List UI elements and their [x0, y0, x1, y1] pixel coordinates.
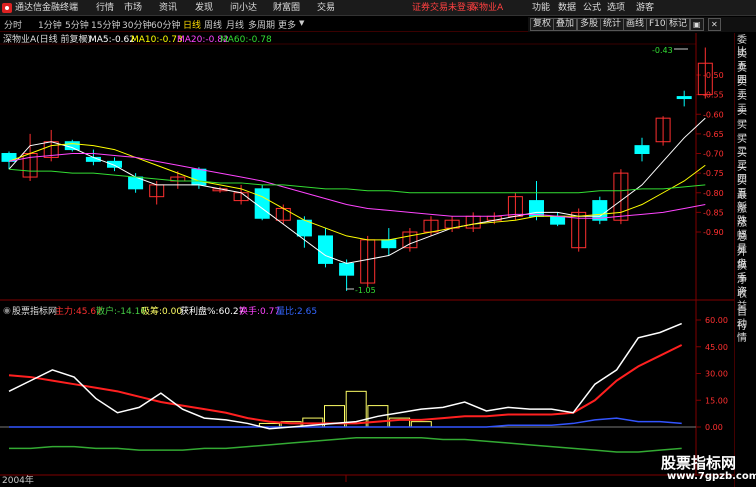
accumulate-bar [410, 421, 432, 428]
indicator-settings-icon[interactable]: ◉ [3, 305, 11, 317]
chart-area[interactable]: -0.50 -0.55 -0.60 -0.65 -0.70 -0.75 -0.80 -0.85… [0, 0, 734, 487]
watermark-title: 股票指标网 [661, 454, 737, 472]
watermark-url: www.7gpzb.com [667, 471, 756, 482]
ind-retail: 散户:-14.16 [96, 307, 147, 317]
ind-accumulate: 吸筹:0.00 [141, 307, 183, 317]
ind-tick-label: 60.00 [705, 316, 728, 325]
indicator-name: 股票指标网 [12, 307, 58, 317]
date-axis-label: 2004年 [2, 476, 34, 486]
stock-terminal-window: 通达信金融终端 行情 市场 资讯 发现 问小达 财富圈 交易 证券交易未登录 深… [0, 0, 756, 487]
price-tick-label: -0.65 [703, 130, 724, 139]
ma10-line [8, 143, 706, 241]
ind-red-line [8, 344, 683, 425]
ind-volume-ratio: 量比:2.65 [276, 307, 318, 317]
candle-body [550, 215, 566, 225]
candle-body [107, 160, 122, 168]
candle-body [64, 141, 80, 151]
ind-profit: 获利盘%:60.27 [180, 307, 245, 317]
ind-tick-label: 0.00 [705, 423, 723, 432]
candle-body [254, 188, 270, 219]
price-tick-label: -0.90 [703, 228, 724, 237]
candle-body [634, 145, 650, 154]
ind-tick-label: 15.00 [705, 396, 728, 405]
side-bottom-1[interactable]: 行情 [737, 321, 756, 345]
candle-body [381, 239, 397, 249]
chart-title: 深物业A(日线 前复权) [3, 35, 92, 45]
price-tick-label: -0.55 [703, 91, 724, 100]
ind-tick-label: 30.00 [705, 370, 728, 379]
price-tick-label: -0.80 [703, 189, 724, 198]
price-tick-label: -0.50 [703, 71, 724, 80]
candle-body [592, 200, 608, 221]
quote-side-panel: 委比 卖五 卖四 卖三 卖二 卖一 买一 买二 买三 买四 买五 最新 涨跌 涨幅 总量 外盘 换手 净资 收益 自动… [734, 33, 756, 487]
ma60-label: MA60:-0.78 [220, 35, 272, 45]
candle-body [339, 262, 355, 276]
price-tick-label: -0.60 [703, 110, 724, 119]
ind-main-force: 主力:45.67 [55, 307, 102, 317]
price-tick-label: -0.85 [703, 208, 724, 217]
candle-body [191, 168, 207, 186]
candle-body [318, 235, 333, 264]
ind-green-line [9, 436, 682, 453]
ma10-label: MA10:-0.73 [131, 35, 183, 45]
price-tick-label: -0.70 [703, 150, 724, 159]
ind-tick-label: 45.00 [705, 343, 728, 352]
high-price-label: -0.43 [652, 46, 673, 55]
ma60-line [8, 168, 706, 194]
candle-body [676, 96, 692, 100]
ma-settings-icon[interactable]: ◉ [80, 33, 88, 45]
ind-turnover: 换手:0.77 [239, 307, 281, 317]
low-price-label: -1.05 [355, 286, 376, 295]
price-tick-label: -0.75 [703, 169, 724, 178]
ma5-label: MA5:-0.62 [89, 35, 135, 45]
ind-white-line [8, 322, 682, 430]
